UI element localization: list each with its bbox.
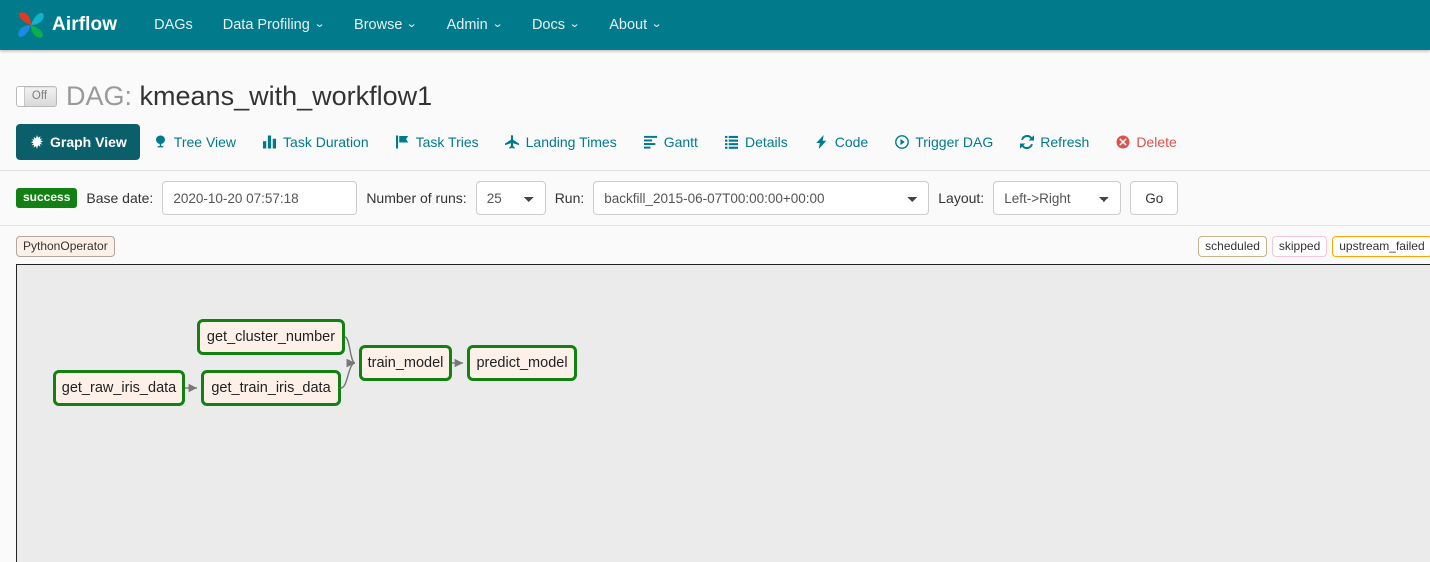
run-label: Run: bbox=[554, 190, 585, 206]
go-button[interactable]: Go bbox=[1130, 181, 1179, 215]
layout-select[interactable]: Left->Right bbox=[993, 181, 1122, 215]
legend-row: PythonOperator scheduled skipped upstrea… bbox=[16, 226, 1430, 264]
legend-chip-upstream-failed[interactable]: upstream_failed bbox=[1332, 236, 1430, 257]
tab-graph-view[interactable]: Graph View bbox=[16, 124, 140, 160]
task-node-label: predict_model bbox=[476, 355, 568, 371]
task-node-get-raw-iris-data[interactable]: get_raw_iris_data bbox=[53, 370, 185, 406]
chevron-down-icon: ⌄ bbox=[650, 18, 663, 30]
tab-label: Refresh bbox=[1040, 134, 1090, 150]
airflow-brand-link[interactable]: Airflow bbox=[14, 8, 117, 42]
tab-label: Graph View bbox=[50, 134, 127, 150]
state-legend: scheduled skipped upstream_failed succes… bbox=[1198, 236, 1430, 257]
tab-tree-view[interactable]: Tree View bbox=[140, 124, 249, 160]
task-node-label: get_train_iris_data bbox=[211, 380, 331, 396]
top-navbar: Airflow DAGs Data Profiling ⌄ Browse ⌄ A… bbox=[0, 0, 1430, 50]
number-of-runs-label: Number of runs: bbox=[366, 190, 467, 206]
nav-item-docs[interactable]: Docs ⌄ bbox=[517, 0, 594, 50]
tab-label: Code bbox=[834, 134, 869, 150]
brand-text: Airflow bbox=[52, 14, 118, 35]
chevron-down-icon: ⌄ bbox=[568, 18, 581, 30]
refresh-icon bbox=[1019, 135, 1034, 150]
tab-label: Task Tries bbox=[415, 134, 479, 150]
task-node-label: get_cluster_number bbox=[206, 329, 336, 345]
task-node-predict-model[interactable]: predict_model bbox=[467, 345, 577, 381]
tab-label: Trigger DAG bbox=[915, 134, 994, 150]
tab-code[interactable]: Code bbox=[801, 124, 881, 160]
base-date-label: Base date: bbox=[86, 190, 154, 206]
nav-item-admin[interactable]: Admin ⌄ bbox=[432, 0, 517, 50]
dag-name: kmeans_with_workflow1 bbox=[139, 81, 433, 111]
nav-item-browse[interactable]: Browse ⌄ bbox=[339, 0, 432, 50]
tab-refresh[interactable]: Refresh bbox=[1006, 124, 1102, 160]
chevron-down-icon: ⌄ bbox=[491, 18, 504, 30]
chevron-down-icon: ⌄ bbox=[313, 18, 326, 30]
dag-prefix-label: DAG: bbox=[66, 81, 133, 111]
flag-icon bbox=[395, 135, 410, 150]
tab-gantt[interactable]: Gantt bbox=[630, 124, 711, 160]
dag-view-tabs: Graph View Tree View Task Duration Task … bbox=[16, 116, 1414, 170]
nav-item-label: Data Profiling bbox=[222, 17, 310, 33]
legend-chip-skipped[interactable]: skipped bbox=[1271, 236, 1328, 257]
tab-details[interactable]: Details bbox=[711, 124, 801, 160]
dag-pause-toggle[interactable]: Off bbox=[16, 85, 57, 107]
layout-label: Layout: bbox=[938, 190, 985, 206]
nav-item-label: Browse bbox=[354, 17, 403, 33]
legend-chip-scheduled[interactable]: scheduled bbox=[1198, 236, 1267, 257]
list-icon bbox=[724, 135, 739, 150]
status-badge: success bbox=[16, 188, 78, 208]
base-date-input[interactable] bbox=[162, 181, 358, 215]
task-node-label: get_raw_iris_data bbox=[61, 380, 177, 396]
dag-filter-bar: success Base date: Number of runs: 25 Ru… bbox=[0, 170, 1430, 226]
delete-circle-icon bbox=[1115, 135, 1130, 150]
bolt-icon bbox=[814, 135, 829, 150]
page-body: Off DAG: kmeans_with_workflow1 Graph Vie… bbox=[0, 50, 1430, 562]
bar-chart-icon bbox=[262, 135, 277, 150]
tab-task-tries[interactable]: Task Tries bbox=[382, 124, 492, 160]
chevron-down-icon: ⌄ bbox=[406, 18, 418, 30]
tab-label: Details bbox=[744, 134, 788, 150]
nav-item-data-profiling[interactable]: Data Profiling ⌄ bbox=[208, 0, 339, 50]
airflow-pinwheel-logo bbox=[14, 8, 48, 42]
tab-task-duration[interactable]: Task Duration bbox=[249, 124, 382, 160]
nav-item-label: Admin bbox=[446, 17, 488, 33]
tab-label: Gantt bbox=[663, 134, 698, 150]
tab-label: Tree View bbox=[173, 134, 237, 150]
tree-icon bbox=[153, 135, 168, 150]
nav-item-label: DAGs bbox=[154, 17, 193, 33]
number-of-runs-select[interactable]: 25 bbox=[475, 181, 546, 215]
nav-item-about[interactable]: About ⌄ bbox=[594, 0, 676, 50]
page-title: DAG: kmeans_with_workflow1 bbox=[66, 80, 432, 112]
tab-label: Landing Times bbox=[525, 134, 617, 150]
tab-trigger-dag[interactable]: Trigger DAG bbox=[881, 124, 1006, 160]
task-node-get-train-iris-data[interactable]: get_train_iris_data bbox=[201, 370, 341, 406]
toggle-state-label: Off bbox=[31, 90, 48, 102]
legend-chip-pythonoperator[interactable]: PythonOperator bbox=[16, 236, 115, 257]
nav-item-label: About bbox=[609, 17, 648, 33]
dag-graph-canvas[interactable]: get_cluster_number train_model predict_mod… bbox=[16, 264, 1430, 562]
tab-label: Task Duration bbox=[283, 134, 369, 150]
run-select[interactable]: backfill_2015-06-07T00:00:00+00:00 bbox=[593, 181, 930, 215]
task-node-get-cluster-number[interactable]: get_cluster_number bbox=[197, 319, 345, 355]
graph-edge bbox=[344, 336, 356, 368]
tab-delete[interactable]: Delete bbox=[1102, 124, 1189, 160]
play-circle-icon bbox=[894, 135, 909, 150]
graph-edges bbox=[184, 336, 463, 393]
align-left-icon bbox=[643, 135, 658, 150]
asterisk-icon bbox=[29, 135, 44, 150]
graph-edge bbox=[340, 358, 356, 389]
operator-legend: PythonOperator bbox=[16, 236, 115, 257]
tab-landing-times[interactable]: Landing Times bbox=[492, 124, 630, 160]
plane-icon bbox=[505, 135, 520, 150]
tab-label: Delete bbox=[1136, 134, 1177, 150]
nav-item-label: Docs bbox=[531, 17, 565, 33]
toggle-knob bbox=[17, 86, 25, 106]
task-node-label: train_model bbox=[367, 355, 444, 371]
nav-item-dags[interactable]: DAGs bbox=[139, 0, 208, 50]
dag-title-row: Off DAG: kmeans_with_workflow1 bbox=[16, 50, 1414, 116]
task-node-train-model[interactable]: train_model bbox=[359, 345, 452, 381]
